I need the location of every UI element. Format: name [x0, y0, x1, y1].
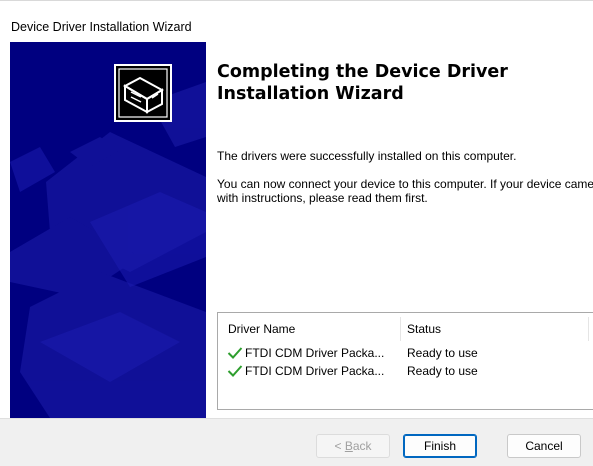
- success-message: The drivers were successfully installed …: [217, 149, 517, 163]
- wizard-content: Completing the Device Driver Installatio…: [206, 42, 593, 418]
- computer-box-icon: [114, 64, 172, 122]
- window-title: Device Driver Installation Wizard: [11, 20, 192, 34]
- driver-status: Ready to use: [407, 346, 478, 360]
- column-driver-name[interactable]: Driver Name: [228, 322, 295, 336]
- column-status[interactable]: Status: [407, 322, 441, 336]
- driver-status: Ready to use: [407, 364, 478, 378]
- checkmark-icon: [227, 365, 243, 377]
- wizard-banner-graphic: [10, 42, 206, 418]
- wizard-heading: Completing the Device Driver Installatio…: [217, 62, 508, 104]
- driver-list-header: Driver Name Status: [218, 313, 593, 341]
- driver-row[interactable]: FTDI CDM Driver Packa... Ready to use: [218, 345, 593, 363]
- driver-name: FTDI CDM Driver Packa...: [245, 364, 385, 378]
- back-label: ack: [352, 439, 372, 453]
- cancel-button[interactable]: Cancel: [507, 434, 581, 458]
- back-button[interactable]: < Back: [316, 434, 390, 458]
- driver-list[interactable]: Driver Name Status FTDI CDM Driver Packa…: [217, 312, 593, 410]
- finish-button[interactable]: Finish: [403, 434, 477, 458]
- title-bar[interactable]: Device Driver Installation Wizard: [0, 0, 593, 42]
- checkmark-icon: [227, 347, 243, 359]
- back-accelerator: B: [344, 439, 353, 453]
- column-divider[interactable]: [588, 317, 589, 341]
- driver-name: FTDI CDM Driver Packa...: [245, 346, 385, 360]
- wizard-window: Device Driver Installation Wizard Comple…: [0, 0, 593, 466]
- back-prefix: <: [334, 439, 345, 453]
- driver-row[interactable]: FTDI CDM Driver Packa... Ready to use: [218, 363, 593, 381]
- button-bar: < Back Finish Cancel: [0, 418, 593, 466]
- instructions-message: You can now connect your device to this …: [217, 177, 593, 205]
- column-divider[interactable]: [400, 317, 401, 341]
- wizard-side-panel: [10, 42, 206, 418]
